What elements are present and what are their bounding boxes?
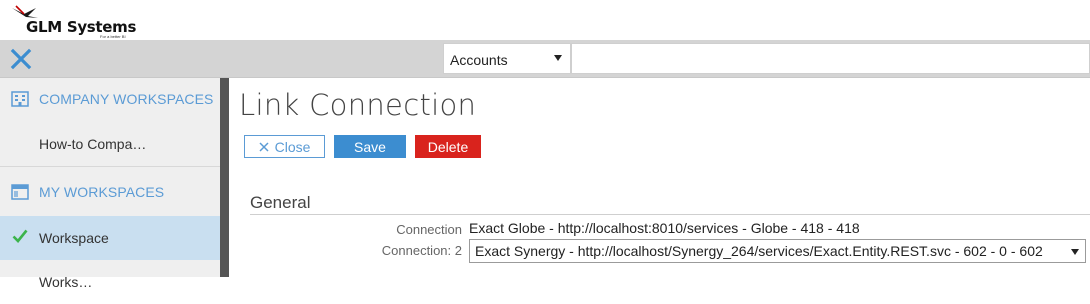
dropdown-arrow-icon [1071, 249, 1079, 255]
glm-logo[interactable]: GLM Systems For a better BI [10, 4, 150, 39]
close-icon [259, 141, 269, 152]
main-content: Link Connection Close Save Delete Genera… [229, 78, 1090, 277]
section-divider [250, 214, 1090, 215]
window-icon [11, 184, 29, 200]
sidebar-section-label: MY WORKSPACES [39, 184, 165, 200]
sidebar-item-works[interactable]: Works… [0, 260, 220, 304]
sidebar-section-company-workspaces[interactable]: COMPANY WORKSPACES [0, 78, 220, 122]
check-icon [12, 229, 28, 243]
dropdown-arrow-icon [554, 55, 562, 61]
save-button-label: Save [354, 138, 386, 155]
sidebar-scrollbar[interactable] [220, 78, 229, 277]
delete-button[interactable]: Delete [415, 135, 481, 158]
sidebar-divider [0, 166, 220, 167]
building-icon [11, 91, 29, 107]
page-title: Link Connection [239, 88, 477, 122]
delete-button-label: Delete [427, 138, 469, 155]
logo-tagline: For a better BI [100, 34, 126, 39]
sidebar-section-label: COMPANY WORKSPACES [39, 91, 214, 107]
entity-select-value: Accounts [450, 52, 508, 68]
connection-2-select-value: Exact Synergy - http://localhost/Synergy… [475, 243, 1043, 259]
field-label-connection-2: Connection: 2 [381, 243, 462, 258]
section-title-general: General [250, 193, 311, 212]
sidebar: COMPANY WORKSPACES How-to Compa… MY WORK… [0, 78, 220, 290]
field-label-connection: Connection [396, 222, 462, 237]
connection-2-select[interactable]: Exact Synergy - http://localhost/Synergy… [469, 239, 1086, 263]
save-button[interactable]: Save [334, 135, 406, 158]
close-button[interactable]: Close [244, 135, 325, 158]
sidebar-section-my-workspaces[interactable]: MY WORKSPACES [0, 171, 220, 215]
entity-select[interactable]: Accounts [443, 43, 571, 74]
field-value-connection: Exact Globe - http://localhost:8010/serv… [469, 220, 860, 236]
sidebar-item-workspace[interactable]: Workspace [0, 216, 220, 260]
search-input[interactable] [571, 43, 1090, 74]
sidebar-item-label: How-to Compa… [39, 136, 147, 152]
sidebar-item-label: Workspace [39, 230, 109, 246]
app-header: GLM Systems For a better BI [0, 0, 1090, 40]
close-button-label: Close [274, 138, 311, 155]
top-toolbar: Accounts [0, 40, 1090, 78]
sidebar-item-label: Works… [39, 274, 93, 290]
close-x-icon[interactable] [10, 48, 32, 70]
sidebar-item-how-to[interactable]: How-to Compa… [0, 122, 220, 166]
